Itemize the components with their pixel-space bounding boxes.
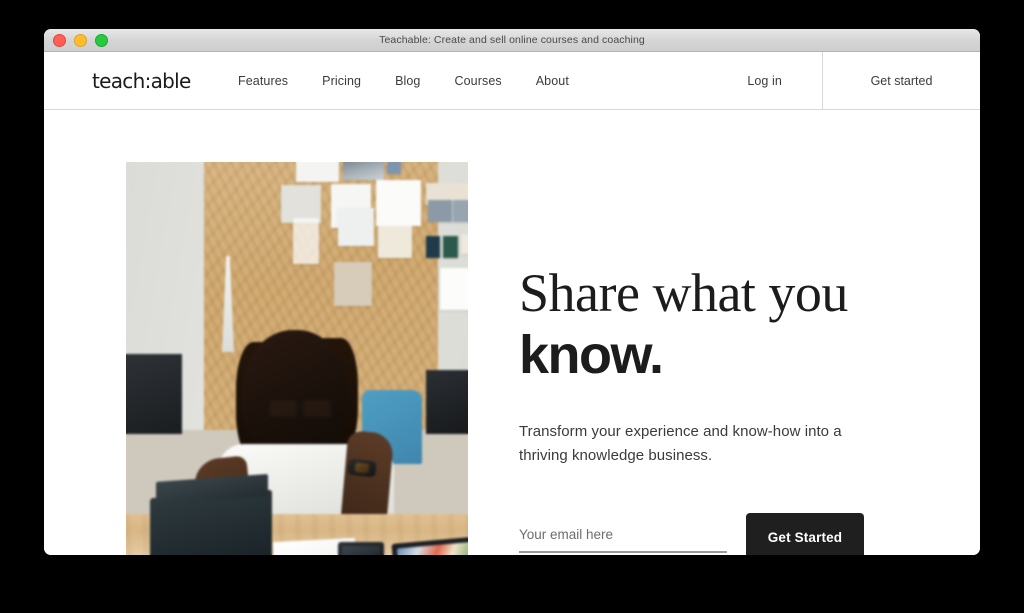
header-actions: Log in Get started — [727, 52, 980, 109]
header-cta-zone[interactable]: Get started — [822, 52, 980, 109]
close-button[interactable] — [53, 33, 66, 47]
teachable-logo[interactable]: teach:able — [92, 71, 191, 91]
headline-accent-part: know. — [519, 325, 664, 386]
page-content: teach:able Features Pricing Blog Courses… — [44, 52, 980, 555]
hero-image — [126, 162, 468, 555]
hero-copy: Share what you know. Transform your expe… — [519, 262, 919, 555]
site-header: teach:able Features Pricing Blog Courses… — [44, 52, 980, 110]
brand-zone[interactable]: teach:able — [44, 52, 194, 109]
hero-headline: Share what you know. — [519, 262, 919, 386]
hero-section: Share what you know. Transform your expe… — [44, 110, 980, 555]
minimize-button[interactable] — [74, 33, 87, 47]
get-started-submit-button[interactable]: Get Started — [746, 512, 864, 555]
window-titlebar: Teachable: Create and sell online course… — [44, 29, 980, 52]
login-zone: Log in — [727, 52, 822, 109]
primary-navigation: Features Pricing Blog Courses About — [238, 52, 569, 109]
nav-item-pricing[interactable]: Pricing — [322, 74, 361, 88]
nav-item-about[interactable]: About — [536, 74, 569, 88]
maximize-button[interactable] — [95, 33, 108, 47]
get-started-nav-button[interactable]: Get started — [871, 74, 933, 88]
headline-serif-part: Share what you — [519, 263, 848, 323]
photo-person-at-desk — [126, 162, 468, 555]
signup-form: Get Started — [519, 512, 919, 555]
nav-item-courses[interactable]: Courses — [454, 74, 501, 88]
window-title: Teachable: Create and sell online course… — [379, 34, 645, 46]
email-input[interactable] — [519, 521, 727, 554]
nav-item-features[interactable]: Features — [238, 74, 288, 88]
hero-subheadline: Transform your experience and know-how i… — [519, 423, 842, 465]
nav-item-blog[interactable]: Blog — [395, 74, 420, 88]
window-controls — [53, 29, 108, 51]
browser-window: Teachable: Create and sell online course… — [44, 29, 980, 555]
log-in-link[interactable]: Log in — [747, 74, 782, 88]
